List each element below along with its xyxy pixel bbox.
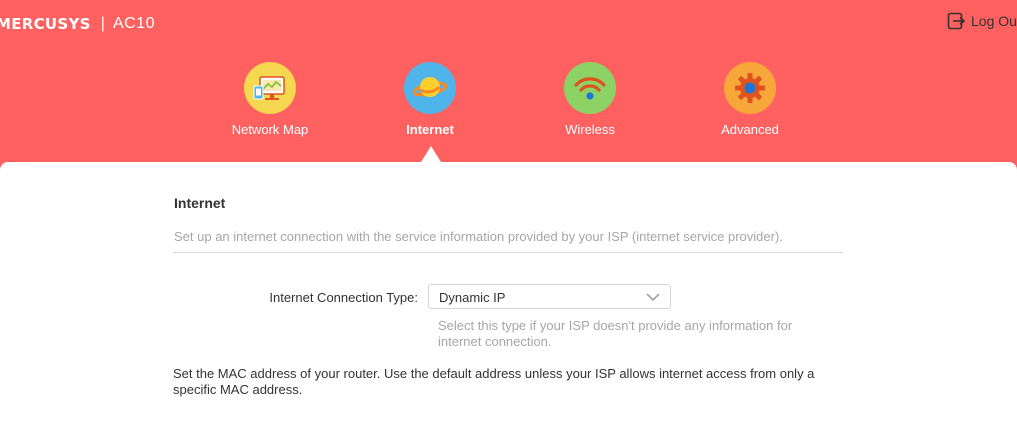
section-description: Set up an internet connection with the s… [174, 229, 783, 244]
header: MERCUSYS | AC10 Log Out Network Map Inte… [0, 0, 1017, 170]
active-tab-pointer [421, 146, 441, 162]
logout-icon [947, 12, 965, 30]
nav-label-network-map: Network Map [231, 122, 309, 137]
nav-label-wireless: Wireless [565, 122, 615, 137]
brand: MERCUSYS | AC10 [0, 13, 155, 35]
page-title: Internet [174, 195, 226, 211]
divider [173, 252, 843, 253]
wifi-icon [564, 62, 616, 114]
nav-label-advanced: Advanced [721, 122, 779, 137]
nav-item-advanced[interactable]: Advanced [685, 62, 815, 137]
connection-type-value: Dynamic IP [439, 290, 506, 305]
nav-item-internet[interactable]: Internet [365, 62, 495, 137]
gear-icon [724, 62, 776, 114]
page: MERCUSYS | AC10 Log Out Network Map Inte… [0, 0, 1017, 428]
network-map-icon [244, 62, 296, 114]
logout-button[interactable]: Log Out [947, 12, 1017, 30]
logout-label: Log Out [971, 13, 1017, 29]
model-name: AC10 [112, 15, 155, 32]
chevron-down-icon [646, 293, 660, 302]
nav-item-wireless[interactable]: Wireless [525, 62, 655, 137]
mac-address-description: Set the MAC address of your router. Use … [173, 366, 815, 397]
brand-logo: MERCUSYS [0, 15, 91, 33]
connection-type-label: Internet Connection Type: [269, 290, 418, 305]
brand-separator: | [100, 15, 105, 32]
nav-item-network-map[interactable]: Network Map [205, 62, 335, 137]
nav-label-internet: Internet [406, 122, 454, 137]
globe-icon [404, 62, 456, 114]
connection-type-select[interactable]: Dynamic IP [428, 284, 671, 309]
connection-type-hint: Select this type if your ISP doesn't pro… [438, 318, 793, 349]
